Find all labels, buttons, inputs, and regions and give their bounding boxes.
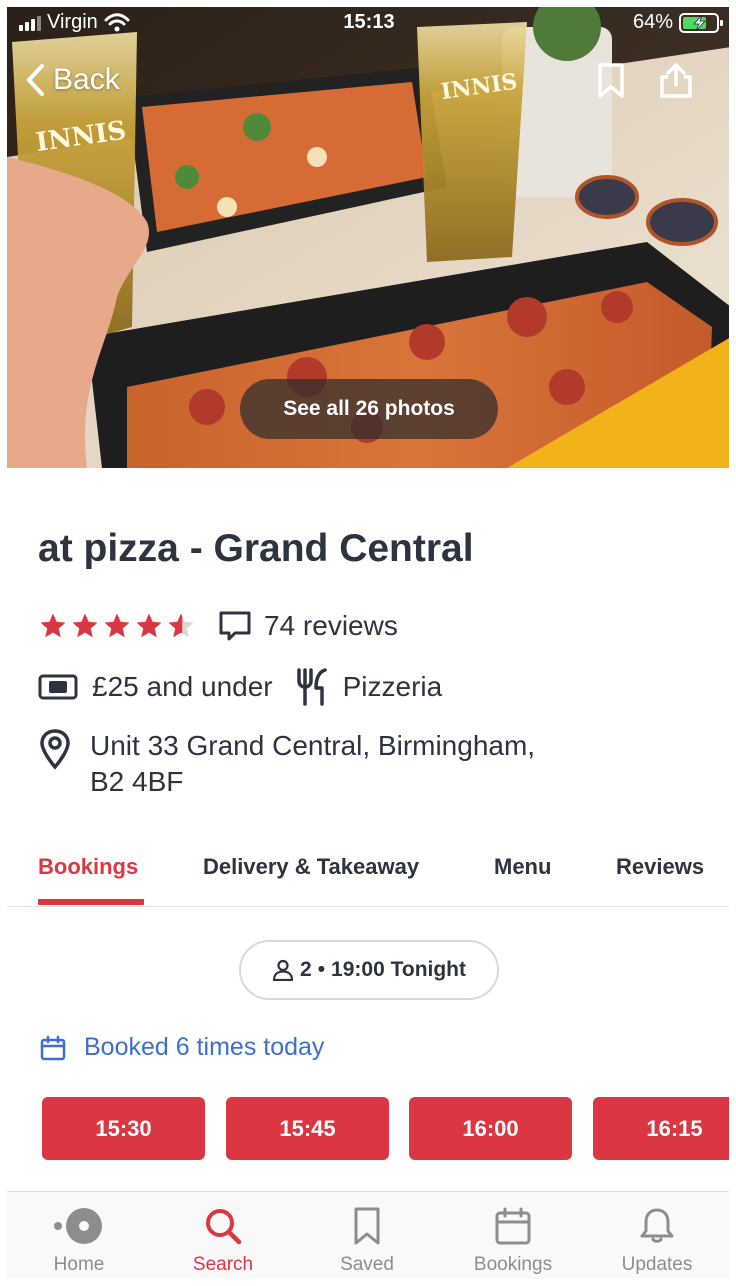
tab-delivery-takeaway[interactable]: Delivery & Takeaway [203,854,419,880]
restaurant-detail-screen: INNIS INNIS Virgin 15:13 64% Back See al… [0,0,736,1286]
nav-home[interactable]: Home [19,1206,139,1276]
address-line-1: Unit 33 Grand Central, Birmingham, [90,730,536,761]
booking-time: 19:00 Tonight [331,958,466,981]
party-time-selector[interactable]: 2 • 19:00 Tonight [239,940,499,1000]
price-range: £25 and under [38,671,273,703]
share-icon[interactable] [659,63,693,99]
booked-today-label: Booked 6 times today [84,1033,325,1061]
rating-row: 74 reviews [38,607,398,645]
time-slot-button[interactable]: 15:30 [42,1097,205,1160]
reviews-link[interactable]: 74 reviews [218,610,398,642]
tab-menu[interactable]: Menu [494,854,551,880]
star-rating [38,611,196,641]
money-icon [38,674,78,700]
time-slots: 15:30 15:45 16:00 16:15 [42,1097,736,1161]
time-slot-button[interactable]: 15:45 [226,1097,389,1160]
star-full-icon [104,613,130,638]
bell-icon [640,1208,674,1243]
back-button[interactable]: Back [25,63,120,97]
calendar-icon [495,1207,531,1245]
hero-photo-area[interactable]: INNIS INNIS Virgin 15:13 64% Back See al… [7,7,731,468]
nav-updates-label: Updates [621,1254,693,1275]
star-full-icon [72,613,98,638]
nav-home-label: Home [53,1254,105,1275]
star-half-icon [168,613,194,638]
cuisine-label: Pizzeria [342,671,443,702]
bookmark-icon[interactable] [597,63,625,99]
battery-percent: 64% [632,11,673,33]
reviews-count: 74 reviews [264,610,398,641]
bookmark-icon [354,1207,380,1245]
calendar-icon [40,1035,66,1060]
nav-saved[interactable]: Saved [307,1206,427,1276]
cuisine: Pizzeria [295,668,443,706]
back-label: Back [53,63,120,96]
restaurant-name: at pizza - Grand Central [38,527,474,570]
time-slot-button[interactable]: 16:00 [409,1097,572,1160]
active-tab-indicator [38,899,144,905]
status-time: 15:13 [343,11,395,33]
battery-status: 64% [633,11,725,34]
chevron-left-icon [27,64,44,96]
nav-search-label: Search [192,1254,254,1275]
tab-bookings[interactable]: Bookings [38,854,138,880]
star-full-icon [40,613,66,638]
battery-charging-icon [679,12,723,33]
address-line-2: B2 4BF [90,766,184,797]
nav-saved-label: Saved [340,1254,394,1275]
search-icon [206,1209,242,1245]
speech-bubble-icon [219,611,251,641]
home-icon [54,1208,102,1244]
nav-updates[interactable]: Updates [597,1206,717,1276]
price-label: £25 and under [92,671,273,702]
party-separator: • [317,958,326,981]
location-pin-icon [40,729,70,770]
tab-reviews[interactable]: Reviews [616,854,704,880]
nav-bookings[interactable]: Bookings [453,1206,573,1276]
person-icon [272,959,294,981]
time-slot-button[interactable]: 16:15 [593,1097,736,1160]
fork-knife-icon [296,668,327,706]
booked-today: Booked 6 times today [40,1033,324,1062]
nav-search[interactable]: Search [163,1206,283,1276]
star-full-icon [136,613,162,638]
section-tabs: Bookings Delivery & Takeaway Menu Review… [0,840,736,907]
status-bar: Virgin 15:13 64% [7,7,731,37]
nav-bookings-label: Bookings [473,1254,553,1275]
top-actions [597,63,693,99]
meta-row: £25 and under Pizzeria [38,667,442,707]
party-size: 2 [300,958,312,981]
see-all-photos-button[interactable]: See all 26 photos [240,379,498,439]
address[interactable]: Unit 33 Grand Central, Birmingham, B2 4B… [38,728,610,800]
bottom-nav: Home Search Saved Bookings Updates [7,1191,731,1286]
